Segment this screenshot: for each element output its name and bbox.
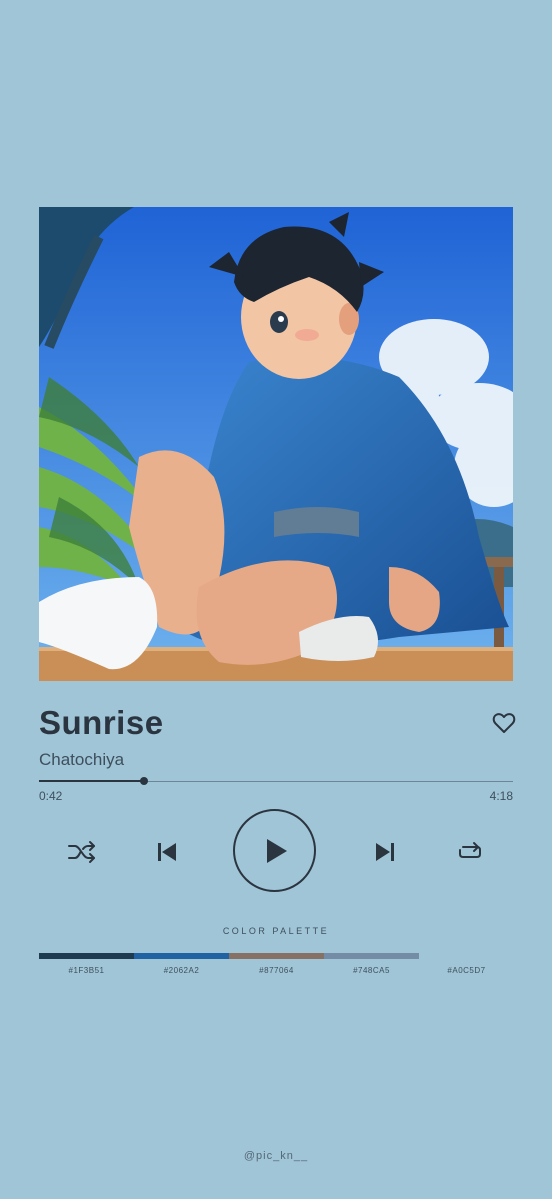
progress-bar[interactable]: [39, 777, 513, 785]
palette-hex-labels: #1F3B51 #2062A2 #877064 #748CA5 #A0C5D7: [39, 966, 514, 975]
palette-title: COLOR PALETTE: [222, 926, 330, 936]
previous-button[interactable]: [153, 839, 181, 865]
palette-swatch: [39, 953, 134, 959]
play-icon: [266, 838, 287, 863]
total-duration: 4:18: [489, 789, 513, 803]
track-title: Sunrise: [39, 704, 164, 741]
palette-hex-label: #1F3B51: [68, 966, 105, 975]
heart-outline-icon: [492, 713, 516, 733]
palette-swatch: [134, 953, 229, 959]
repeat-button[interactable]: [455, 839, 485, 865]
repeat-icon: [459, 842, 481, 858]
track-artist: Chatochiya: [39, 750, 125, 769]
album-art-illustration: [39, 207, 513, 681]
next-button[interactable]: [371, 839, 399, 865]
album-art: [39, 207, 513, 681]
palette-swatch: [419, 953, 514, 959]
palette-hex-label: #2062A2: [163, 966, 200, 975]
progress-fill: [39, 780, 145, 782]
palette-hex-label: #748CA5: [353, 966, 390, 975]
play-button[interactable]: [233, 809, 316, 892]
shuffle-button[interactable]: [66, 839, 98, 865]
palette-swatches: [39, 953, 514, 959]
like-button[interactable]: [492, 712, 516, 734]
skip-previous-icon: [158, 843, 176, 861]
palette-swatch: [324, 953, 419, 959]
skip-next-icon: [376, 843, 394, 861]
palette-hex-label: #A0C5D7: [447, 966, 486, 975]
elapsed-time: 0:42: [39, 789, 63, 803]
credit-handle: @pic_kn__: [243, 1150, 309, 1162]
palette-swatch: [229, 953, 324, 959]
progress-knob[interactable]: [140, 777, 149, 785]
palette-hex-label: #877064: [259, 966, 294, 975]
shuffle-icon: [68, 841, 95, 863]
